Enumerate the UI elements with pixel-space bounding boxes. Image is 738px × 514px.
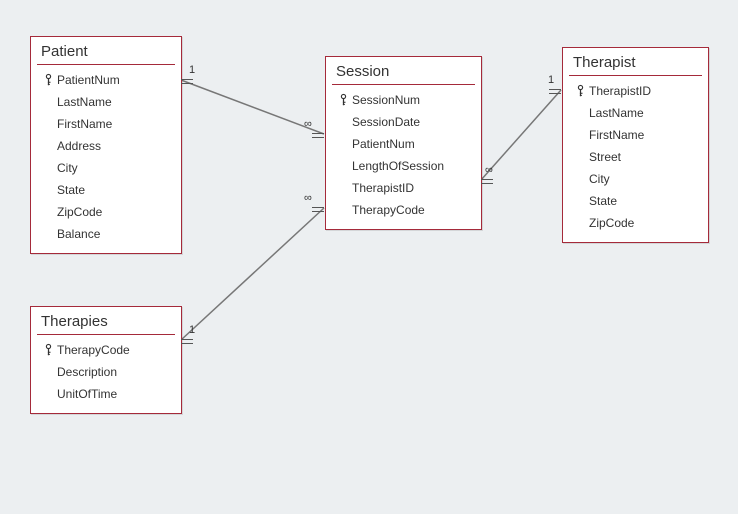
field-row[interactable]: TherapyCode bbox=[31, 339, 181, 361]
field-name: Balance bbox=[57, 225, 100, 243]
primary-key-icon bbox=[334, 93, 352, 107]
field-name: LastName bbox=[57, 93, 112, 111]
field-row[interactable]: State bbox=[31, 179, 181, 201]
field-row[interactable]: LengthOfSession bbox=[326, 155, 481, 177]
field-row[interactable]: ZipCode bbox=[31, 201, 181, 223]
relationship-line[interactable] bbox=[181, 80, 324, 134]
entity-fields: TherapyCode Description UnitOfTime bbox=[31, 335, 181, 413]
field-name: LengthOfSession bbox=[352, 157, 444, 175]
field-name: SessionDate bbox=[352, 113, 420, 131]
field-name: City bbox=[589, 170, 610, 188]
endpoint-tick bbox=[481, 179, 493, 184]
cardinality-one: 1 bbox=[189, 64, 195, 76]
primary-key-icon bbox=[39, 343, 57, 357]
field-name: FirstName bbox=[589, 126, 644, 144]
field-row[interactable]: City bbox=[563, 168, 708, 190]
field-name: City bbox=[57, 159, 78, 177]
entity-fields: SessionNum SessionDate PatientNum LengthOfS… bbox=[326, 85, 481, 229]
field-row[interactable]: State bbox=[563, 190, 708, 212]
endpoint-tick bbox=[181, 339, 193, 344]
cardinality-one: 1 bbox=[548, 74, 554, 86]
field-name: UnitOfTime bbox=[57, 385, 117, 403]
entity-title: Patient bbox=[31, 37, 181, 64]
field-row[interactable]: TherapistID bbox=[326, 177, 481, 199]
cardinality-many: ∞ bbox=[485, 164, 493, 176]
entity-title: Session bbox=[326, 57, 481, 84]
endpoint-tick bbox=[312, 207, 324, 212]
cardinality-one: 1 bbox=[189, 324, 195, 336]
field-row[interactable]: Street bbox=[563, 146, 708, 168]
field-name: TherapistID bbox=[589, 82, 651, 100]
field-row[interactable]: Address bbox=[31, 135, 181, 157]
field-row[interactable]: LastName bbox=[31, 91, 181, 113]
cardinality-many: ∞ bbox=[304, 118, 312, 130]
field-row[interactable]: SessionDate bbox=[326, 111, 481, 133]
field-row[interactable]: PatientNum bbox=[326, 133, 481, 155]
field-name: PatientNum bbox=[352, 135, 415, 153]
relationship-line[interactable] bbox=[481, 90, 561, 180]
cardinality-many: ∞ bbox=[304, 192, 312, 204]
field-row[interactable]: PatientNum bbox=[31, 69, 181, 91]
field-row[interactable]: TherapistID bbox=[563, 80, 708, 102]
field-name: State bbox=[589, 192, 617, 210]
endpoint-tick bbox=[181, 79, 193, 84]
entity-title: Therapies bbox=[31, 307, 181, 334]
field-row[interactable]: City bbox=[31, 157, 181, 179]
field-row[interactable]: FirstName bbox=[31, 113, 181, 135]
field-name: LastName bbox=[589, 104, 644, 122]
relationship-line[interactable] bbox=[181, 208, 324, 340]
primary-key-icon bbox=[571, 84, 589, 98]
field-name: State bbox=[57, 181, 85, 199]
field-row[interactable]: UnitOfTime bbox=[31, 383, 181, 405]
field-name: SessionNum bbox=[352, 91, 420, 109]
entity-patient[interactable]: Patient PatientNum LastName FirstName Addres… bbox=[30, 36, 182, 254]
field-name: Street bbox=[589, 148, 621, 166]
field-name: PatientNum bbox=[57, 71, 120, 89]
er-diagram-canvas: Patient PatientNum LastName FirstName Addres… bbox=[0, 0, 738, 514]
entity-therapies[interactable]: Therapies TherapyCode Description UnitOfTim… bbox=[30, 306, 182, 414]
field-name: Address bbox=[57, 137, 101, 155]
field-row[interactable]: FirstName bbox=[563, 124, 708, 146]
entity-fields: TherapistID LastName FirstName Street City St… bbox=[563, 76, 708, 242]
endpoint-tick bbox=[312, 133, 324, 138]
field-name: TherapyCode bbox=[352, 201, 425, 219]
primary-key-icon bbox=[39, 73, 57, 87]
entity-session[interactable]: Session SessionNum SessionDate PatientNum Le… bbox=[325, 56, 482, 230]
endpoint-tick bbox=[549, 89, 561, 94]
field-name: ZipCode bbox=[57, 203, 102, 221]
field-name: TherapistID bbox=[352, 179, 414, 197]
field-name: FirstName bbox=[57, 115, 112, 133]
field-name: Description bbox=[57, 363, 117, 381]
field-row[interactable]: Description bbox=[31, 361, 181, 383]
field-row[interactable]: SessionNum bbox=[326, 89, 481, 111]
entity-fields: PatientNum LastName FirstName Address City St… bbox=[31, 65, 181, 253]
entity-therapist[interactable]: Therapist TherapistID LastName FirstName Str… bbox=[562, 47, 709, 243]
field-name: TherapyCode bbox=[57, 341, 130, 359]
field-row[interactable]: Balance bbox=[31, 223, 181, 245]
field-row[interactable]: LastName bbox=[563, 102, 708, 124]
field-name: ZipCode bbox=[589, 214, 634, 232]
entity-title: Therapist bbox=[563, 48, 708, 75]
field-row[interactable]: ZipCode bbox=[563, 212, 708, 234]
field-row[interactable]: TherapyCode bbox=[326, 199, 481, 221]
